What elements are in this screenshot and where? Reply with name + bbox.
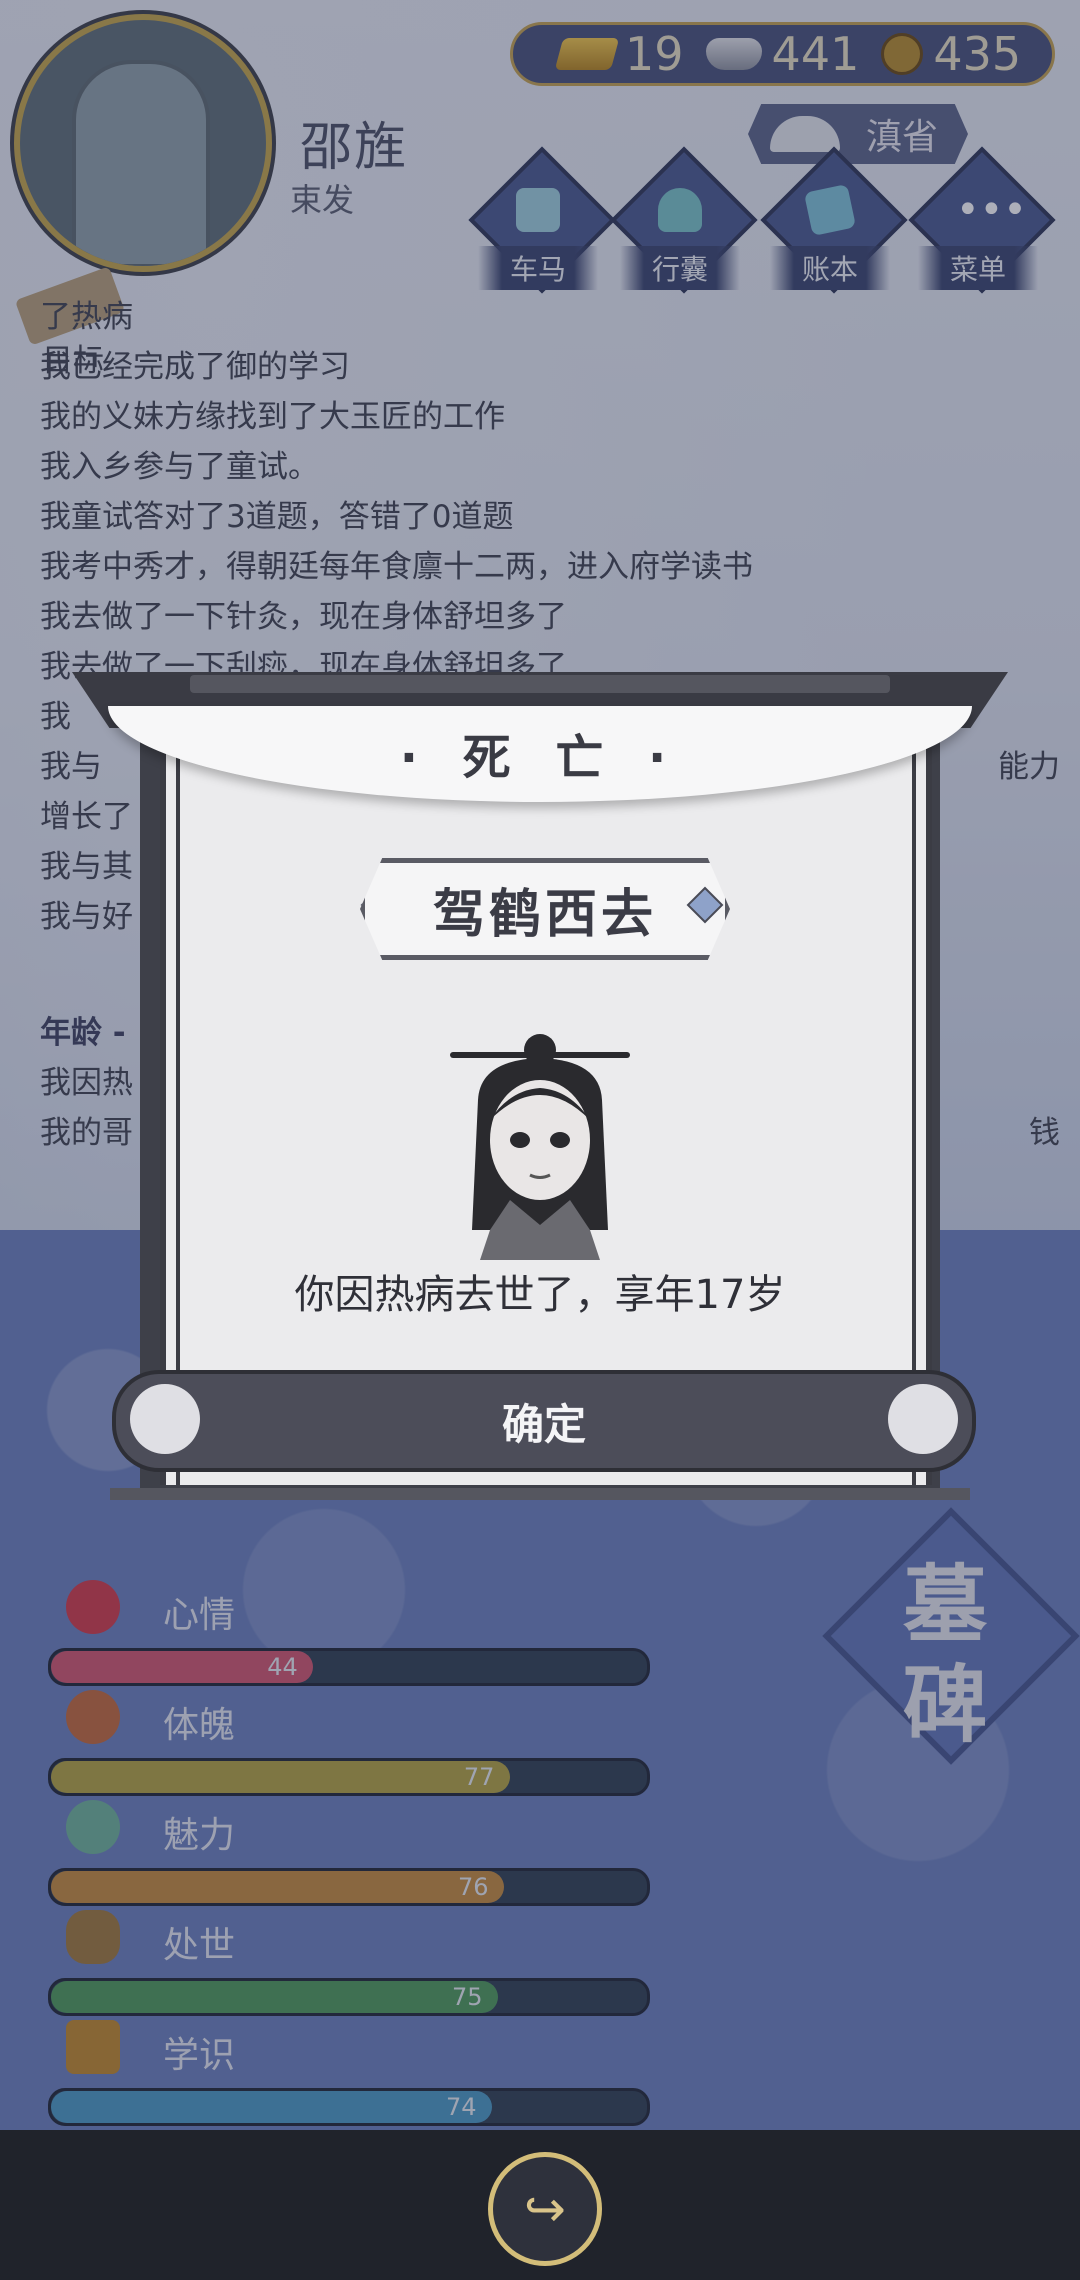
cloud-ornament-icon (888, 1384, 958, 1454)
death-message: 你因热病去世了，享年17岁 (294, 1272, 786, 1318)
confirm-label: 确定 (501, 1399, 586, 1449)
share-button[interactable]: ↪ (488, 2152, 602, 2266)
dialog-base (110, 1488, 970, 1500)
death-badge: 驾鹤西去 (360, 858, 730, 960)
character-portrait (450, 1034, 630, 1260)
confirm-button[interactable]: 确定 (112, 1370, 976, 1472)
dialog-title: · 死 亡 · (399, 730, 681, 786)
share-icon: ↪ (524, 2180, 566, 2238)
cloud-ornament-icon (130, 1384, 200, 1454)
